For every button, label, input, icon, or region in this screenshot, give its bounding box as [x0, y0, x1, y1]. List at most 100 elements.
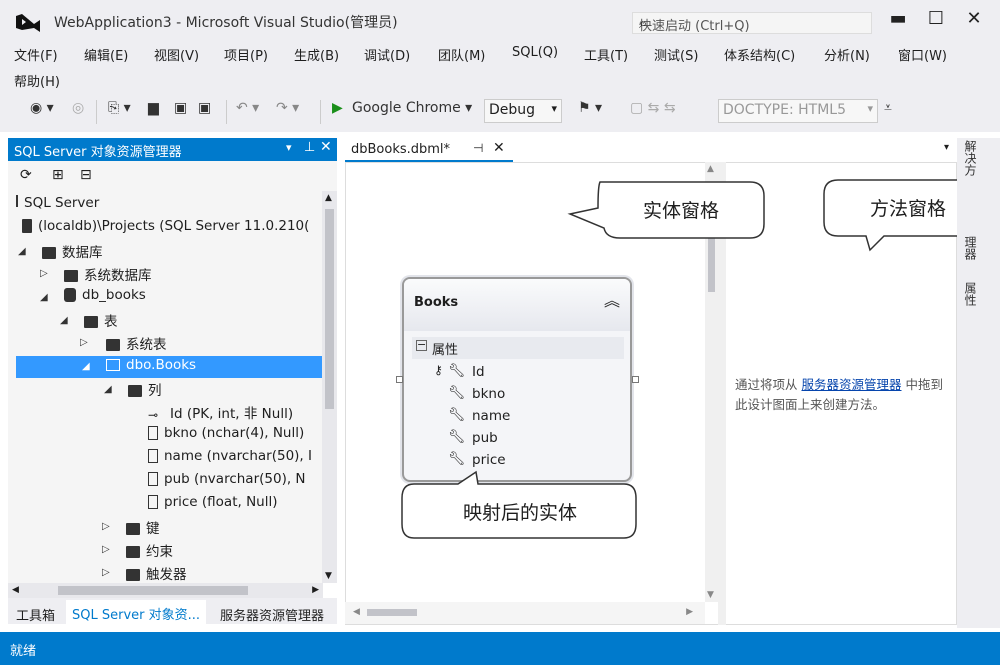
tree-node-sql-server[interactable]: SQL Server — [16, 195, 99, 217]
menu-analyze[interactable]: 分析(N) — [824, 45, 870, 64]
menu-view[interactable]: 视图(V) — [154, 45, 199, 64]
scroll-up-icon[interactable]: ▲ — [325, 193, 332, 203]
menu-debug[interactable]: 调试(D) — [364, 45, 410, 64]
column-price[interactable]: price (float, Null) — [148, 494, 278, 516]
tab-dbbooks-dbml[interactable]: dbBooks.dbml* ⊣ ✕ — [345, 138, 513, 162]
menu-team[interactable]: 团队(M) — [438, 45, 485, 64]
tab-dropdown-icon[interactable]: ▾ — [944, 142, 949, 153]
tree-vertical-scrollbar[interactable]: ▲ ▼ — [322, 191, 337, 583]
tree-node-db-books[interactable]: db_books — [64, 287, 146, 309]
expanded-arrow-icon[interactable]: ◢ — [18, 246, 26, 257]
scroll-thumb[interactable] — [58, 586, 248, 595]
filter-icon[interactable]: ⊟ — [80, 167, 92, 183]
tree-node-columns[interactable]: 列 — [128, 379, 162, 401]
menu-edit[interactable]: 编辑(E) — [84, 45, 128, 64]
collapse-icon[interactable]: ︽ — [604, 287, 620, 311]
redo-icon[interactable]: ↷ ▾ — [276, 100, 299, 116]
tree-node-triggers[interactable]: 触发器 — [126, 563, 187, 583]
quick-launch-input[interactable]: 快速启动 (Ctrl+Q) ⌕ — [632, 12, 872, 34]
tab-toolbox[interactable]: 工具箱 — [16, 605, 55, 624]
scroll-thumb[interactable] — [325, 209, 334, 409]
tab-server-explorer[interactable]: 服务器资源管理器 — [220, 605, 324, 624]
column-id[interactable]: ⊸ Id (PK, int, 非 Null) — [148, 402, 293, 424]
scroll-left-icon[interactable]: ◀ — [353, 607, 360, 617]
expanded-arrow-icon[interactable]: ◢ — [104, 384, 112, 395]
tree-node-localdb[interactable]: (localdb)\Projects (SQL Server 11.0.210( — [22, 218, 309, 240]
collapsed-arrow-icon[interactable]: ▷ — [80, 337, 88, 348]
tree-horizontal-scrollbar[interactable]: ◀ ▶ — [8, 583, 323, 598]
tree-node-dbo-books[interactable]: ◢ dbo.Books — [16, 356, 322, 378]
browser-target[interactable]: Google Chrome ▾ — [352, 100, 472, 116]
prop-name[interactable]: name — [472, 408, 510, 424]
menu-tools[interactable]: 工具(T) — [584, 45, 628, 64]
format-icons[interactable]: ▢ ⇆ ⇆ — [630, 100, 676, 116]
scroll-down-icon[interactable]: ▼ — [707, 590, 714, 600]
scroll-up-icon[interactable]: ▲ — [707, 164, 714, 174]
tree-node-keys[interactable]: 键 — [126, 517, 160, 539]
back-icon[interactable]: ◉ ▾ — [30, 100, 54, 116]
add-server-icon[interactable]: ⊞ — [52, 167, 64, 183]
close-panel-icon[interactable]: ✕ — [320, 139, 332, 155]
scroll-left-icon[interactable]: ◀ — [12, 585, 19, 595]
forward-icon[interactable]: ◎ — [72, 100, 84, 116]
collapsed-arrow-icon[interactable]: ▷ — [102, 567, 110, 578]
column-name[interactable]: name (nvarchar(50), I — [148, 448, 312, 470]
server-explorer-link[interactable]: 服务器资源管理器 — [801, 377, 901, 392]
entity-books[interactable]: Books ︽ − 属性 ⚷ 🔧︎ Id 🔧︎ bkno 🔧︎ name 🔧︎ … — [402, 277, 632, 482]
expanded-arrow-icon[interactable]: ◢ — [82, 361, 90, 372]
collapsed-arrow-icon[interactable]: ▷ — [40, 268, 48, 279]
tree-node-system-databases[interactable]: 系统数据库 — [64, 264, 152, 286]
new-project-icon[interactable]: ⎘ ▾ — [108, 100, 131, 116]
toolbar-overflow-icon[interactable]: ⩡ — [884, 100, 892, 116]
pin-icon[interactable]: ⊥ — [304, 140, 315, 155]
close-tab-icon[interactable]: ✕ — [493, 140, 505, 156]
maximize-button[interactable]: ☐ — [922, 8, 950, 32]
pin-icon[interactable]: ⊣ — [473, 141, 483, 155]
tree-node-tables[interactable]: 表 — [84, 310, 118, 332]
close-button[interactable]: ✕ — [960, 8, 988, 32]
menu-architecture[interactable]: 体系结构(C) — [724, 45, 795, 64]
column-pub[interactable]: pub (nvarchar(50), N — [148, 471, 306, 493]
menu-sql[interactable]: SQL(Q) — [512, 45, 558, 60]
scroll-down-icon[interactable]: ▼ — [325, 571, 332, 581]
open-file-icon[interactable]: ▆ — [148, 100, 159, 116]
tab-sql-object-explorer[interactable]: SQL Server 对象资... — [66, 600, 207, 626]
prop-price[interactable]: price — [472, 452, 506, 468]
tree-node-constraints[interactable]: 约束 — [126, 540, 173, 562]
menu-project[interactable]: 项目(P) — [224, 45, 268, 64]
undo-icon[interactable]: ↶ ▾ — [236, 100, 259, 116]
resize-handle[interactable] — [632, 376, 639, 383]
start-debug-icon[interactable]: ▶ — [332, 100, 343, 116]
scroll-right-icon[interactable]: ▶ — [686, 607, 693, 617]
browser-link-icon[interactable]: ⚑ ▾ — [578, 100, 602, 116]
collapsed-arrow-icon[interactable]: ▷ — [102, 544, 110, 555]
designer-horizontal-scrollbar[interactable]: ◀ ▶ — [345, 602, 705, 624]
collapsed-arrow-icon[interactable]: ▷ — [102, 521, 110, 532]
tab-properties[interactable]: 属性 — [962, 282, 979, 306]
collapse-section-icon[interactable]: − — [416, 339, 427, 351]
tab-solution-explorer-cont[interactable]: 理器 — [962, 236, 979, 260]
expanded-arrow-icon[interactable]: ◢ — [40, 292, 48, 303]
prop-pub[interactable]: pub — [472, 430, 498, 446]
menu-file[interactable]: 文件(F) — [14, 45, 58, 64]
menu-test[interactable]: 测试(S) — [654, 45, 698, 64]
doctype-select[interactable]: DOCTYPE: HTML5 ▾ — [718, 99, 878, 123]
config-select[interactable]: Debug ▾ — [484, 99, 562, 123]
menu-build[interactable]: 生成(B) — [294, 45, 339, 64]
scroll-thumb[interactable] — [367, 609, 417, 616]
minimize-button[interactable]: ▬ — [884, 8, 912, 32]
tab-solution-explorer[interactable]: 解决方 — [962, 140, 979, 176]
refresh-icon[interactable]: ⟳ — [20, 167, 32, 183]
resize-handle[interactable] — [396, 376, 403, 383]
prop-bkno[interactable]: bkno — [472, 386, 505, 402]
tree-node-databases[interactable]: 数据库 — [42, 241, 103, 263]
menu-help[interactable]: 帮助(H) — [14, 71, 60, 90]
properties-section[interactable]: − 属性 — [412, 337, 624, 359]
prop-id[interactable]: Id — [472, 364, 485, 380]
menu-window[interactable]: 窗口(W) — [898, 45, 947, 64]
save-icon[interactable]: ▣ — [174, 100, 187, 116]
expanded-arrow-icon[interactable]: ◢ — [60, 315, 68, 326]
save-all-icon[interactable]: ▣ — [198, 100, 211, 116]
column-bkno[interactable]: bkno (nchar(4), Null) — [148, 425, 304, 447]
tree-node-system-tables[interactable]: 系统表 — [106, 333, 167, 355]
